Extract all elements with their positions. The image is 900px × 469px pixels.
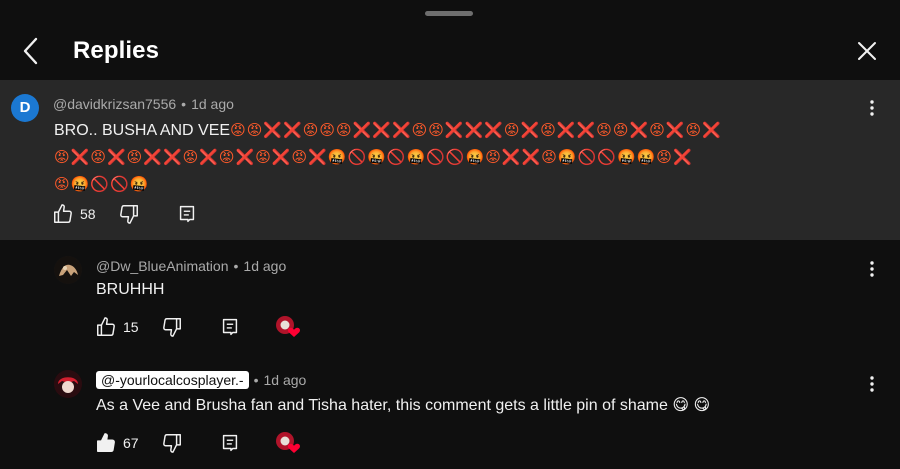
root-comment: D @davidkrizsan7556 • 1d ago BRO.. BUSHA A… (0, 80, 900, 240)
back-button[interactable] (18, 34, 44, 68)
comment-meta: @-yourlocalcosplayer.- • 1d ago (96, 371, 306, 389)
dislike-button[interactable] (118, 202, 140, 226)
comment-author[interactable]: @davidkrizsan7556 (53, 96, 176, 112)
thumbs-down-icon (163, 318, 181, 337)
comment-time: 1d ago (243, 258, 287, 274)
thumbs-up-icon (54, 204, 72, 223)
comment-author[interactable]: @Dw_BlueAnimation (96, 258, 229, 274)
comment-actions: 58 (52, 202, 212, 226)
thumbs-down-icon (120, 205, 138, 224)
comment-text: BRUHHH (96, 281, 165, 298)
comment-text-prefix: BRO.. BUSHA AND VEE (54, 122, 231, 139)
creator-heart-icon (276, 316, 301, 337)
thumbs-up-icon (97, 433, 115, 452)
comment-emoji-line3: 😡🤬🚫🚫🤬 (54, 175, 150, 193)
comment-time: 1d ago (191, 96, 234, 112)
comment-text: BRO.. BUSHA AND VEE😡😡❌❌😡😡😡❌❌❌😡😡❌❌❌😡❌😡❌❌😡… (54, 117, 874, 198)
more-vert-icon (870, 376, 874, 392)
avatar[interactable]: D (11, 94, 39, 122)
reply-button[interactable] (219, 315, 241, 339)
like-button[interactable]: 15 (95, 315, 139, 339)
replies-header: Replies (0, 22, 900, 80)
like-count: 67 (123, 435, 139, 451)
close-icon (858, 42, 876, 60)
drag-handle[interactable] (425, 11, 473, 16)
reply-icon (222, 434, 238, 452)
comment-actions: 67 (95, 431, 315, 455)
reply-icon (222, 318, 238, 336)
avatar-image (54, 370, 82, 398)
creator-heart-icon (276, 432, 301, 453)
comment-text: As a Vee and Brusha fan and Tisha hater,… (96, 397, 711, 414)
chevron-left-icon (23, 37, 38, 65)
creator-author-chip[interactable]: @-yourlocalcosplayer.- (96, 371, 249, 389)
more-vert-icon (870, 261, 874, 277)
dislike-button[interactable] (161, 431, 183, 455)
avatar-image (54, 256, 82, 284)
like-count: 58 (80, 206, 96, 222)
like-count: 15 (123, 319, 139, 335)
comment-meta: @davidkrizsan7556 • 1d ago (53, 96, 234, 112)
like-button[interactable]: 67 (95, 431, 139, 455)
comment-emoji-line1: 😡😡❌❌😡😡😡❌❌❌😡😡❌❌❌😡❌😡❌❌😡😡❌😡❌😡❌ (230, 121, 722, 139)
more-vert-icon (870, 100, 874, 116)
reply-icon (179, 205, 195, 223)
creator-heart-badge (275, 431, 301, 455)
close-button[interactable] (853, 37, 881, 65)
like-button[interactable]: 58 (52, 202, 96, 226)
comment-emoji-line2: 😡❌😡❌😡❌❌😡❌😡❌😡❌😡❌🤬🚫🤬🚫🤬🚫🚫🤬😡❌❌😡🤬🚫🚫🤬🤬😡❌ (54, 148, 693, 166)
comment-actions: 15 (95, 315, 315, 339)
page-title: Replies (73, 37, 160, 64)
comment-more-button[interactable] (862, 259, 882, 279)
comment-more-button[interactable] (862, 374, 882, 394)
thumbs-up-icon (97, 317, 115, 336)
comment-more-button[interactable] (862, 98, 882, 118)
dislike-button[interactable] (161, 315, 183, 339)
avatar[interactable] (54, 370, 82, 398)
avatar[interactable] (54, 256, 82, 284)
comment-meta: @Dw_BlueAnimation • 1d ago (96, 258, 287, 274)
reply-button[interactable] (219, 431, 241, 455)
comment-time: 1d ago (263, 372, 307, 388)
creator-heart-badge (275, 315, 301, 339)
thumbs-down-icon (163, 434, 181, 453)
reply-button[interactable] (176, 202, 198, 226)
